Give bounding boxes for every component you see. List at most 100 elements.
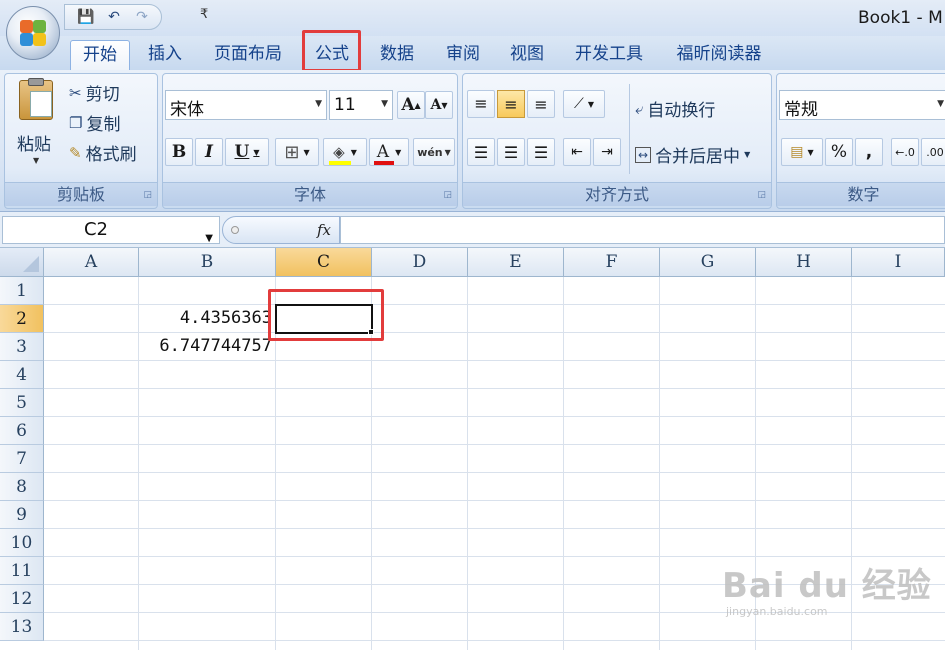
column-header-i[interactable]: I — [852, 248, 945, 277]
percent-style-button[interactable]: % — [825, 138, 853, 166]
dialog-launcher-icon[interactable]: ◲ — [443, 190, 452, 200]
italic-button[interactable]: I — [195, 138, 223, 166]
fill-color-swatch — [329, 161, 352, 165]
tab-foxit-reader[interactable]: 福昕阅读器 — [668, 40, 770, 70]
align-middle-button[interactable]: ≡ — [497, 90, 525, 118]
chevron-down-icon: ▼ — [444, 147, 451, 157]
row-header[interactable]: 11 — [0, 557, 44, 585]
fill-color-button[interactable]: ◈ ▼ — [323, 138, 367, 166]
gridline — [44, 332, 945, 333]
cell-b2[interactable]: 4.4356363 — [140, 308, 272, 328]
font-name-select[interactable]: 宋体 ▼ — [165, 90, 327, 120]
row-header[interactable]: 1 — [0, 277, 44, 305]
font-size-select[interactable]: 11 ▼ — [329, 90, 393, 120]
comma-style-button[interactable]: , — [855, 138, 883, 166]
format-painter-label: 格式刷 — [85, 145, 137, 165]
customize-qat-icon[interactable]: ₹ — [200, 7, 208, 22]
bold-button[interactable]: B — [165, 138, 193, 166]
align-bottom-icon: ≡ — [534, 94, 548, 114]
dialog-launcher-icon[interactable]: ◲ — [143, 190, 152, 200]
bold-icon: B — [171, 142, 187, 162]
increase-decimal-button[interactable]: ←.0 — [891, 138, 919, 166]
row-header[interactable]: 3 — [0, 333, 44, 361]
office-button[interactable] — [6, 6, 60, 60]
row-header[interactable]: 9 — [0, 501, 44, 529]
column-header-f[interactable]: F — [564, 248, 660, 277]
tab-developer[interactable]: 开发工具 — [566, 40, 652, 70]
orientation-button[interactable]: ⟋ ▼ — [563, 90, 605, 118]
decrease-decimal-button[interactable]: .00 — [921, 138, 945, 166]
undo-icon[interactable]: ↶ — [103, 9, 125, 25]
increase-indent-button[interactable]: ⇥ — [593, 138, 621, 166]
row-header[interactable]: 7 — [0, 445, 44, 473]
cut-button[interactable]: ✂ 剪切 — [69, 80, 120, 106]
tab-home[interactable]: 开始 — [70, 40, 130, 70]
formula-bar: C2 ▼ fx — [0, 212, 945, 248]
accounting-format-button[interactable]: ▤ ▼ — [781, 138, 823, 166]
dialog-launcher-icon[interactable]: ◲ — [757, 190, 766, 200]
borders-icon: ⊞ — [284, 141, 300, 163]
cell-b3[interactable]: 6.747744757 — [140, 336, 272, 356]
name-box[interactable]: C2 ▼ — [2, 216, 220, 244]
align-center-button[interactable]: ☰ — [497, 138, 525, 166]
tab-page-layout[interactable]: 页面布局 — [205, 40, 291, 70]
row-header[interactable]: 5 — [0, 389, 44, 417]
column-header-b[interactable]: B — [139, 248, 276, 277]
row-header[interactable]: 13 — [0, 613, 44, 641]
tab-data[interactable]: 数据 — [370, 40, 424, 70]
resize-handle-icon[interactable] — [231, 226, 239, 234]
chevron-down-icon: ▼ — [253, 147, 260, 157]
redo-icon[interactable]: ↷ — [131, 9, 153, 25]
underline-button[interactable]: U ▼ — [225, 138, 269, 166]
format-painter-button[interactable]: ✎ 格式刷 — [69, 140, 137, 166]
clipboard-icon — [19, 78, 53, 120]
column-header-e[interactable]: E — [468, 248, 564, 277]
tab-review[interactable]: 审阅 — [436, 40, 490, 70]
row-header[interactable]: 12 — [0, 585, 44, 613]
shrink-font-button[interactable]: A ▼ — [425, 91, 453, 119]
title-bar: 💾 ↶ ↷ ₹ Book1 - M — [0, 0, 945, 36]
window-title: Book1 - M — [858, 8, 943, 28]
align-left-button[interactable]: ☰ — [467, 138, 495, 166]
insert-function-button[interactable]: fx — [317, 221, 331, 239]
grow-font-button[interactable]: A ▲ — [397, 91, 425, 119]
formula-input[interactable] — [340, 216, 945, 244]
row-header[interactable]: 8 — [0, 473, 44, 501]
phonetic-guide-button[interactable]: wén ▼ — [413, 138, 455, 166]
office-logo-icon — [18, 18, 48, 48]
row-header[interactable]: 6 — [0, 417, 44, 445]
align-right-icon: ☰ — [533, 142, 549, 162]
merge-center-button[interactable]: ↔ 合并后居中 ▼ — [635, 142, 750, 167]
column-header-d[interactable]: D — [372, 248, 468, 277]
decrease-indent-button[interactable]: ⇤ — [563, 138, 591, 166]
number-format-select[interactable]: 常规 ▼ — [779, 90, 945, 120]
borders-button[interactable]: ⊞ ▼ — [275, 138, 319, 166]
paintbrush-icon: ✎ — [69, 143, 82, 162]
number-group-label: 数字 — [777, 182, 945, 206]
align-top-button[interactable]: ≡ — [467, 90, 495, 118]
wrap-text-button[interactable]: ⤶ 自动换行 — [635, 96, 715, 122]
column-header-h[interactable]: H — [756, 248, 852, 277]
tab-insert[interactable]: 插入 — [138, 40, 192, 70]
select-all-button[interactable] — [0, 248, 44, 277]
paste-button[interactable]: 粘贴 ▼ — [13, 78, 61, 174]
copy-button[interactable]: ❐ 复制 — [69, 110, 121, 136]
column-header-c[interactable]: C — [276, 248, 372, 277]
paste-label: 粘贴 — [17, 135, 51, 155]
tab-view[interactable]: 视图 — [500, 40, 554, 70]
gridline — [44, 528, 945, 529]
row-header[interactable]: 2 — [0, 305, 44, 333]
copy-label: 复制 — [86, 115, 121, 135]
chevron-down-icon: ▼ — [33, 156, 40, 165]
font-color-button[interactable]: A ▼ — [369, 138, 409, 166]
row-header[interactable]: 10 — [0, 529, 44, 557]
column-header-g[interactable]: G — [660, 248, 756, 277]
align-center-icon: ☰ — [503, 142, 519, 162]
cut-label: 剪切 — [85, 85, 120, 105]
quick-access-toolbar: 💾 ↶ ↷ — [64, 4, 162, 30]
column-header-a[interactable]: A — [44, 248, 139, 277]
row-header[interactable]: 4 — [0, 361, 44, 389]
align-right-button[interactable]: ☰ — [527, 138, 555, 166]
align-bottom-button[interactable]: ≡ — [527, 90, 555, 118]
save-icon[interactable]: 💾 — [75, 9, 97, 25]
